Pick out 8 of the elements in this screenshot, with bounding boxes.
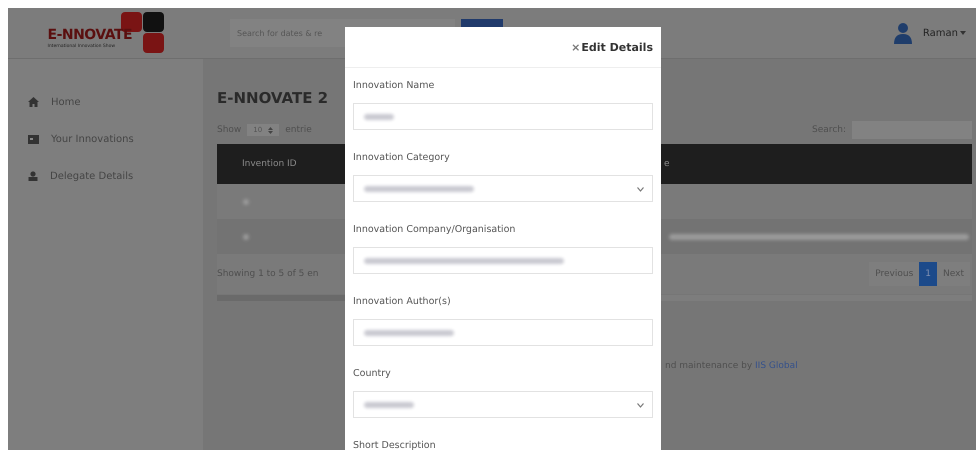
page-title: E-NNOVATE 2 <box>217 89 330 109</box>
dialog-title: Edit Details <box>581 40 653 54</box>
field-label: Short Description <box>353 440 437 450</box>
field-label: Innovation Category <box>353 152 451 165</box>
field-label: Country <box>353 368 392 381</box>
field-label: Innovation Author(s) <box>353 296 452 309</box>
field-label: Innovation Company/Organisation <box>353 224 516 237</box>
field-label: Innovation Name <box>353 80 436 93</box>
